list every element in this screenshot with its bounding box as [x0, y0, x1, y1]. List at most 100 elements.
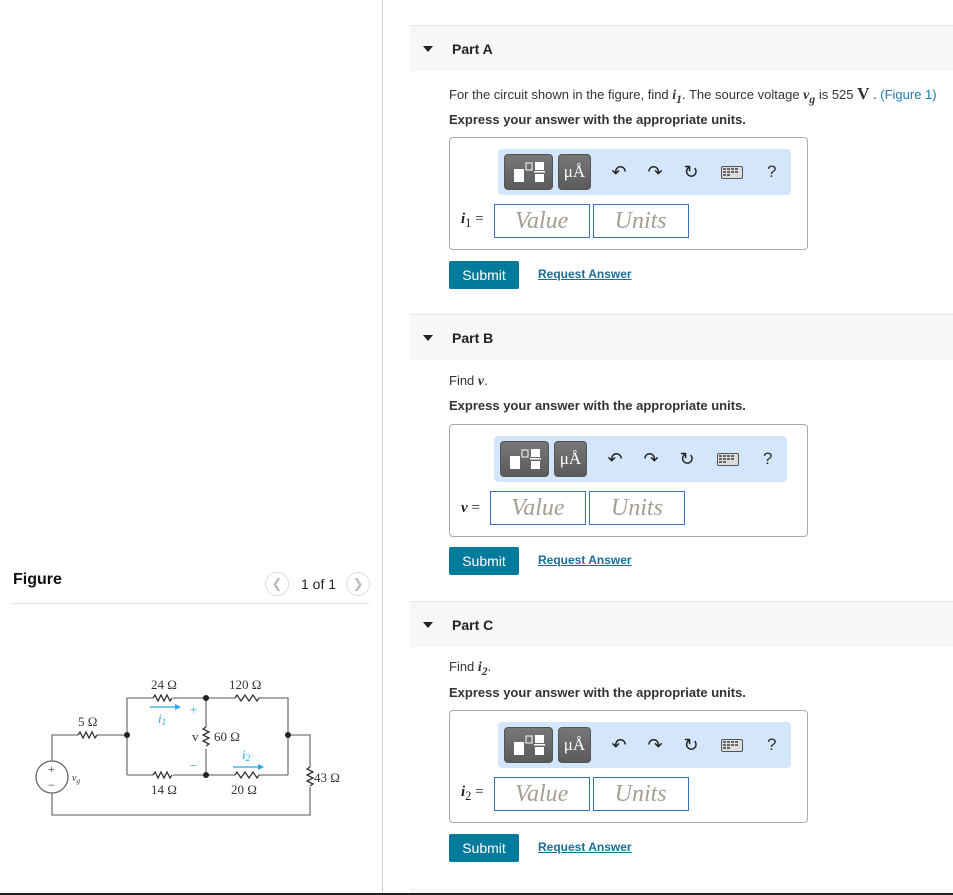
- svg-text:i2: i2: [242, 747, 251, 763]
- part-b-prompt: Find v.: [449, 373, 488, 390]
- redo-icon[interactable]: ↷: [643, 449, 659, 470]
- part-b-answer-box: μÅ ↶ ↷ ↻ ? v = Value Units: [449, 424, 808, 537]
- prompt-text: Find: [449, 659, 478, 674]
- part-b-request-answer-link[interactable]: Request Answer: [538, 553, 632, 567]
- math-toolbar: μÅ ↶ ↷ ↻ ?: [498, 149, 791, 195]
- prompt-text: For the circuit shown in the figure, fin…: [449, 87, 673, 102]
- part-a-prompt: For the circuit shown in the figure, fin…: [449, 84, 937, 106]
- vg-sub: g: [76, 777, 80, 785]
- v-plus: +: [190, 702, 197, 717]
- help-button[interactable]: ?: [763, 449, 772, 469]
- figure-divider: [13, 603, 369, 604]
- r5-label: 5 Ω: [78, 714, 97, 729]
- units-input[interactable]: Units: [588, 491, 685, 525]
- resistor-20: [234, 770, 260, 780]
- part-c-answer-box: μÅ ↶ ↷ ↻ ? i2 = Value Units: [449, 710, 808, 823]
- part-b-header[interactable]: Part B: [410, 314, 953, 360]
- answer-var: v: [461, 499, 468, 516]
- unit-volts: V: [857, 84, 870, 103]
- node-dot: [285, 732, 291, 738]
- value-input[interactable]: Value: [493, 204, 590, 238]
- redo-icon[interactable]: ↷: [647, 735, 663, 756]
- svg-text:i1: i1: [158, 711, 166, 727]
- keyboard-icon[interactable]: [717, 452, 739, 466]
- i2-sub: 2: [246, 753, 251, 763]
- r24-label: 24 Ω: [151, 677, 177, 692]
- templates-button[interactable]: [504, 727, 553, 763]
- answer-sub: 1: [465, 216, 472, 230]
- r20-label: 20 Ω: [231, 782, 257, 797]
- resistor-43: [305, 766, 315, 787]
- help-button[interactable]: ?: [767, 162, 776, 182]
- v-label: v: [192, 729, 199, 744]
- redo-icon[interactable]: ↷: [647, 162, 663, 183]
- r43-label: 43 Ω: [314, 770, 340, 785]
- answer-label: i1 =: [461, 211, 484, 230]
- answer-row: i1 = Value Units: [461, 204, 689, 238]
- answer-row: i2 = Value Units: [461, 777, 689, 811]
- undo-icon[interactable]: ↶: [611, 162, 627, 183]
- math-toolbar: μÅ ↶ ↷ ↻ ?: [498, 722, 791, 768]
- part-c-title: Part C: [452, 616, 494, 633]
- math-toolbar: μÅ ↶ ↷ ↻ ?: [494, 436, 787, 482]
- templates-button[interactable]: [504, 154, 553, 190]
- chevron-right-icon: ❯: [352, 576, 364, 591]
- part-c-instruction: Express your answer with the appropriate…: [449, 685, 746, 700]
- chevron-left-icon: ❮: [271, 576, 283, 591]
- part-a-request-answer-link[interactable]: Request Answer: [538, 267, 632, 281]
- source-plus: +: [48, 762, 55, 776]
- keyboard-icon[interactable]: [721, 738, 743, 752]
- value-input[interactable]: Value: [493, 777, 590, 811]
- undo-icon[interactable]: ↶: [611, 735, 627, 756]
- part-b-title: Part B: [452, 329, 494, 346]
- prev-figure-button[interactable]: ❮: [265, 572, 289, 596]
- resistor-5: [77, 730, 98, 740]
- svg-text:vg: vg: [72, 773, 80, 785]
- undo-icon[interactable]: ↶: [607, 449, 623, 470]
- part-c-request-answer-link[interactable]: Request Answer: [538, 840, 632, 854]
- part-b-submit-button[interactable]: Submit: [449, 547, 519, 575]
- caret-down-icon: [423, 621, 433, 628]
- part-c-submit-button[interactable]: Submit: [449, 834, 519, 862]
- part-a-submit-button[interactable]: Submit: [449, 261, 519, 289]
- next-figure-button[interactable]: ❯: [346, 572, 371, 596]
- resistor-14: [152, 770, 173, 780]
- units-input[interactable]: Units: [592, 204, 689, 238]
- part-c-prompt: Find i2.: [449, 659, 491, 678]
- templates-icon: [509, 449, 541, 469]
- part-a-answer-box: μÅ ↶ ↷ ↻ ? i1 = Value Units: [449, 137, 808, 250]
- r14-label: 14 Ω: [151, 782, 177, 797]
- figure-link[interactable]: (Figure 1): [880, 87, 936, 102]
- reset-icon[interactable]: ↻: [683, 162, 699, 183]
- resistor-60: [201, 726, 211, 747]
- units-input[interactable]: Units: [592, 777, 689, 811]
- units-button[interactable]: μÅ: [558, 154, 591, 190]
- i1-sub: 1: [162, 717, 167, 727]
- prompt-text: Find: [449, 373, 478, 388]
- node-dot: [203, 772, 209, 778]
- prompt-text: .: [869, 87, 881, 102]
- part-a-instruction: Express your answer with the appropriate…: [449, 112, 746, 127]
- part-a-header[interactable]: Part A: [410, 25, 953, 71]
- node-dot: [203, 695, 209, 701]
- v-minus: −: [190, 758, 197, 773]
- caret-down-icon: [423, 334, 433, 341]
- templates-icon: [513, 162, 545, 182]
- answer-sub: 2: [465, 789, 472, 803]
- templates-icon: [513, 735, 545, 755]
- answer-label: v =: [461, 499, 480, 516]
- figure-page-count: 1 of 1: [301, 576, 337, 592]
- value-input[interactable]: Value: [489, 491, 586, 525]
- circuit-diagram: + − vg 5 Ω 24 Ω 120 Ω 60 Ω 14 Ω 20 Ω 43 …: [35, 677, 340, 816]
- figure-title: Figure: [13, 571, 62, 588]
- reset-icon[interactable]: ↻: [683, 735, 699, 756]
- keyboard-icon[interactable]: [721, 165, 743, 179]
- reset-icon[interactable]: ↻: [679, 449, 695, 470]
- part-c-header[interactable]: Part C: [410, 601, 953, 647]
- templates-button[interactable]: [500, 441, 549, 477]
- page: Figure ❮ 1 of 1 ❯ + − vg 5 Ω 24 Ω 120 Ω …: [0, 0, 953, 895]
- node-dot: [124, 732, 130, 738]
- units-button[interactable]: μÅ: [554, 441, 587, 477]
- help-button[interactable]: ?: [767, 735, 776, 755]
- units-button[interactable]: μÅ: [558, 727, 591, 763]
